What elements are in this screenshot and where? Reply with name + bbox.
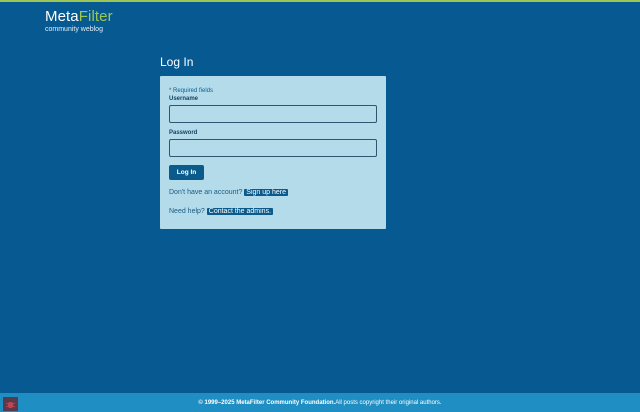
required-fields-note: * Required fields xyxy=(169,88,213,94)
required-fields-text: Required fields xyxy=(171,88,214,94)
help-prompt: Need help? xyxy=(169,208,205,215)
bug-icon-glyph xyxy=(5,401,16,408)
username-field[interactable] xyxy=(169,105,377,123)
signup-link[interactable]: Sign up here xyxy=(244,189,288,196)
contact-admins-link[interactable]: Contact the admins. xyxy=(206,208,274,215)
site-logo[interactable]: MetaFilter community weblog xyxy=(45,9,113,34)
username-label: Username xyxy=(169,96,199,102)
signup-prompt: Don't have an account? xyxy=(169,189,243,196)
site-footer: © 1999–2025 MetaFilter Community Foundat… xyxy=(0,393,640,412)
top-accent-stripe xyxy=(0,0,640,2)
logo-tagline: community weblog xyxy=(45,26,103,33)
footer-rights: All posts copyright their original autho… xyxy=(335,399,442,406)
page-title: Log In xyxy=(160,55,194,69)
logo-meta-text: Meta xyxy=(45,8,79,25)
password-label: Password xyxy=(169,130,198,136)
footer-copyright: © 1999–2025 MetaFilter Community Foundat… xyxy=(198,399,336,406)
signup-line: Don't have an account? Sign up here xyxy=(169,189,288,196)
login-form: * Required fields Username Password Log … xyxy=(160,76,386,229)
bug-icon[interactable] xyxy=(3,397,18,411)
help-line: Need help? Contact the admins. xyxy=(169,208,274,215)
login-button[interactable]: Log In xyxy=(169,165,204,180)
logo-filter-text: Filter xyxy=(78,8,113,25)
password-field[interactable] xyxy=(169,139,377,157)
